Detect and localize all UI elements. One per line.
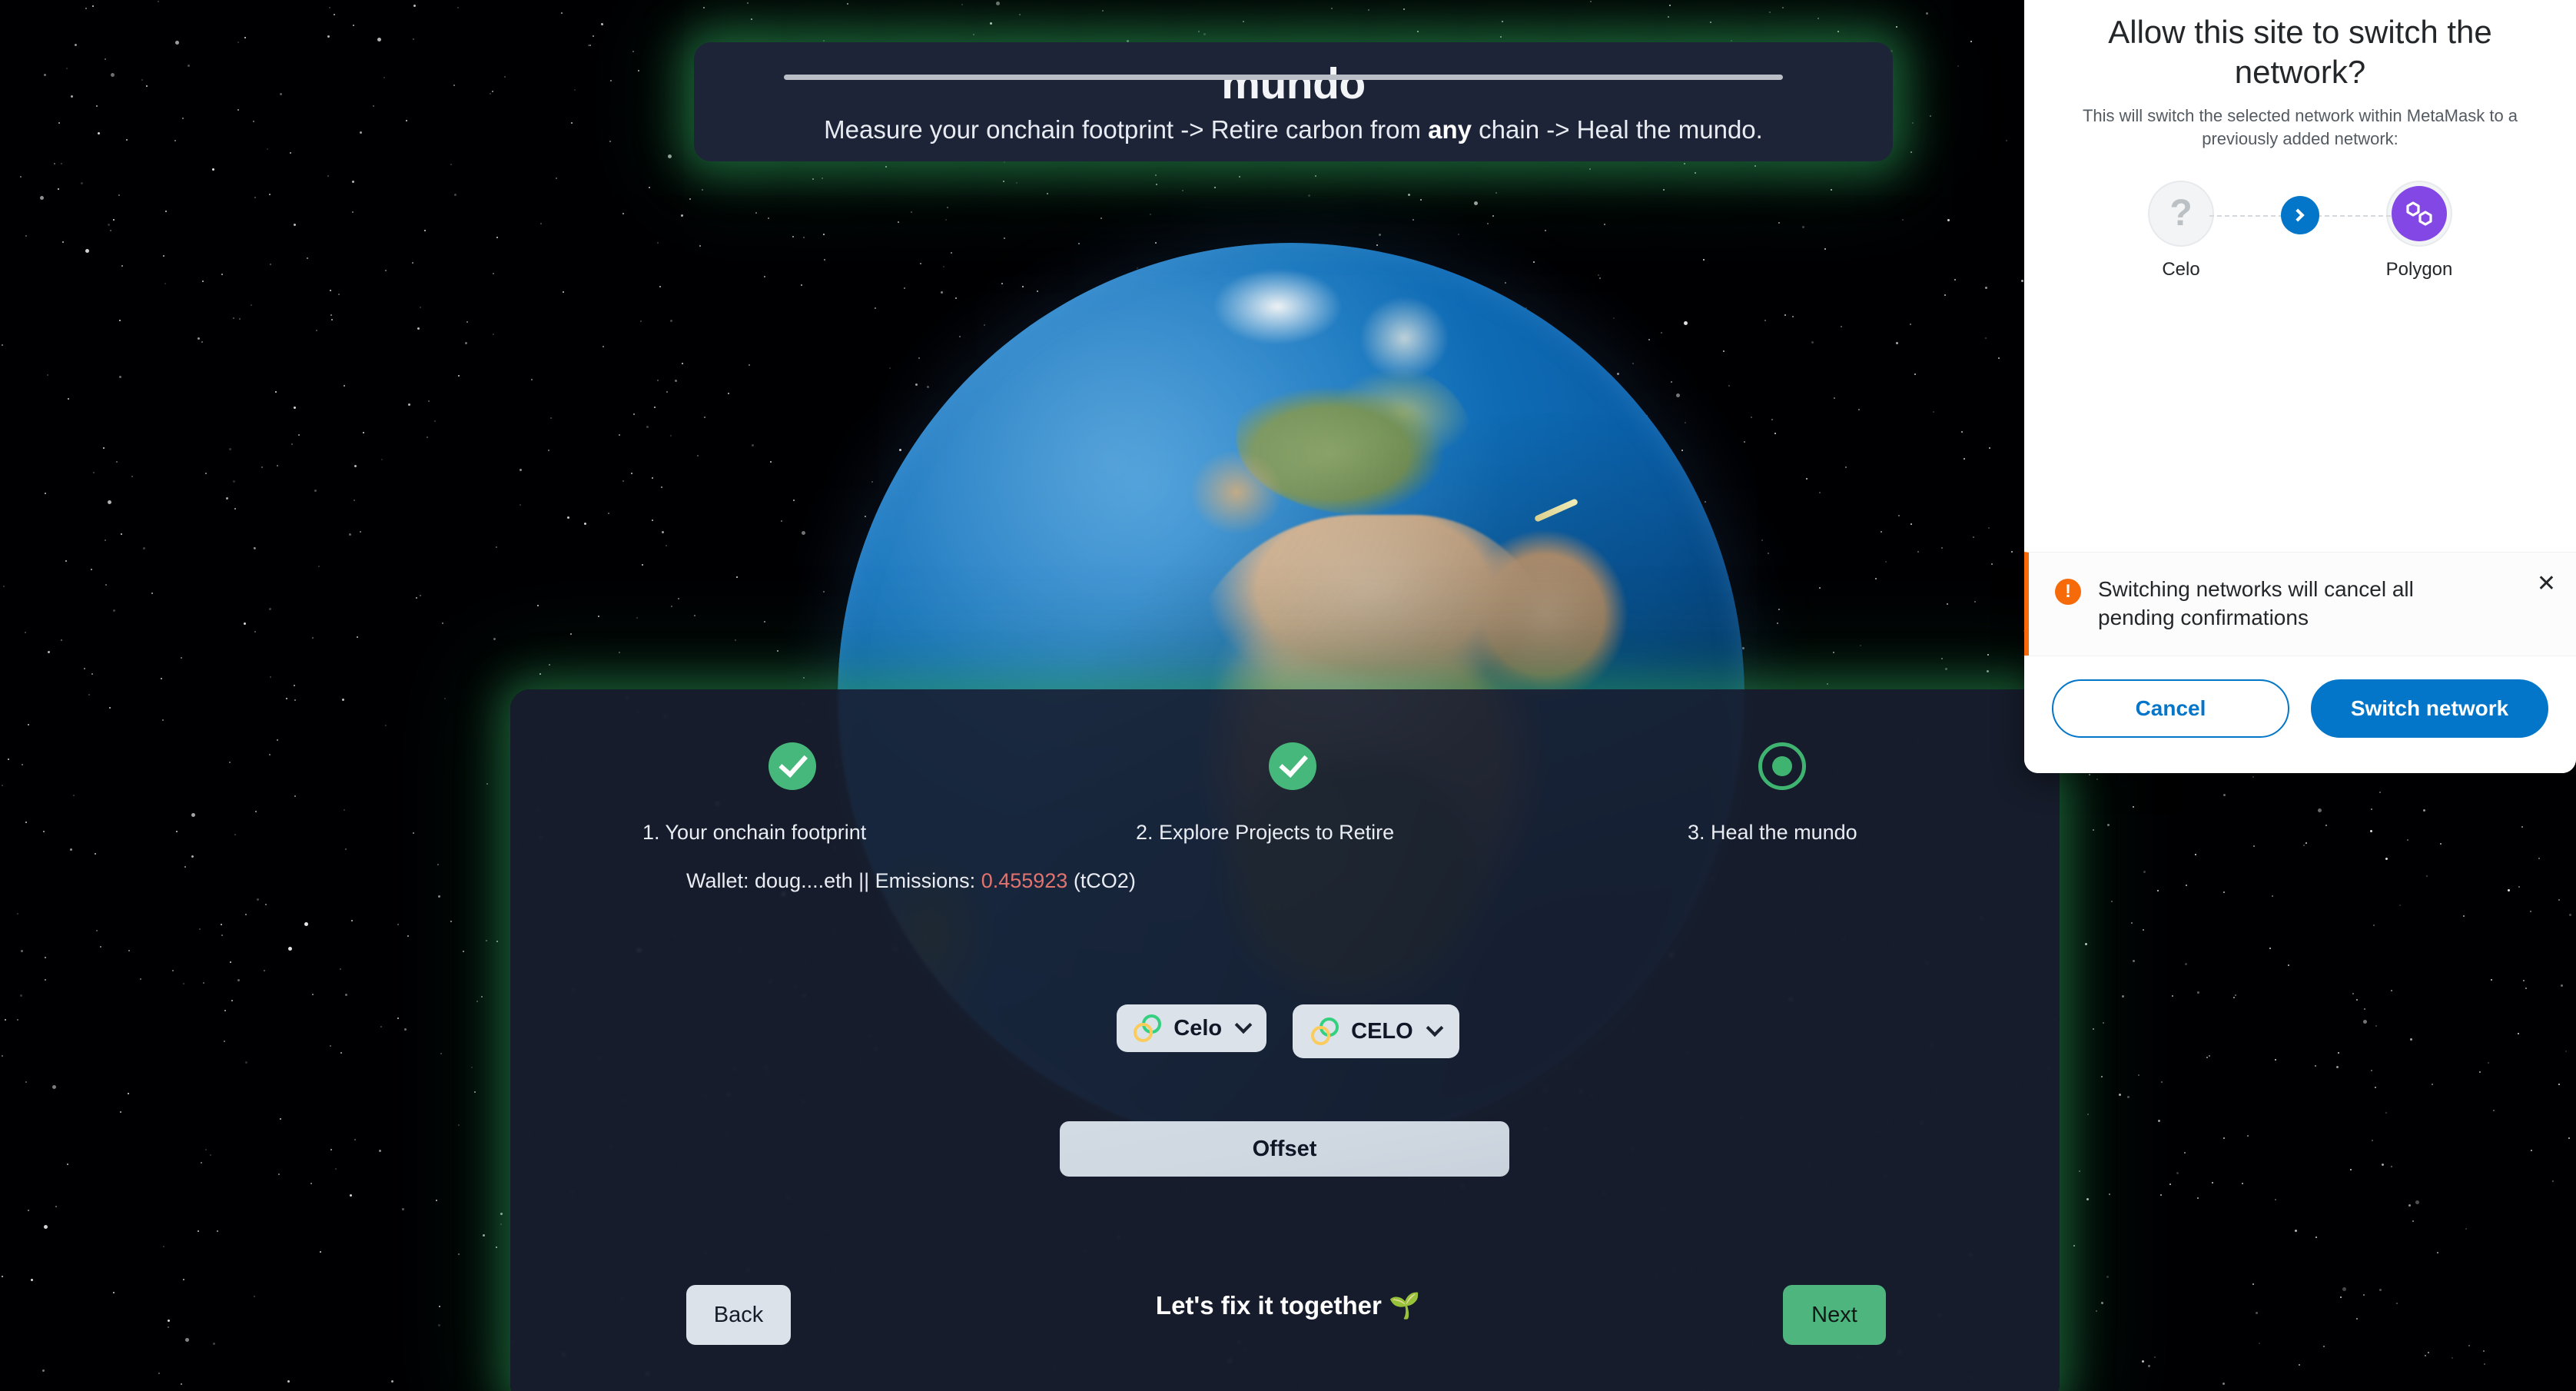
token-select-dropdown[interactable]: CELO	[1293, 1004, 1459, 1058]
tagline-part-2: chain -> Heal the mundo.	[1472, 115, 1763, 144]
token-select-label: CELO	[1351, 1018, 1413, 1044]
stepper-label-step-1: 1. Your onchain footprint	[642, 821, 867, 844]
chevron-right-icon	[2281, 196, 2319, 235]
network-transition-row: ? Celo Polygon	[2024, 181, 2576, 281]
active-dot-icon	[1772, 756, 1792, 776]
wallet-emissions-summary: Wallet: doug....eth || Emissions: 0.4559…	[686, 869, 1136, 893]
close-icon[interactable]: ✕	[2537, 573, 2556, 596]
tagline-emphasis: any	[1428, 115, 1472, 144]
app-root: mundo Measure your onchain footprint -> …	[0, 0, 2576, 1391]
stepper-node-step-3[interactable]	[1758, 742, 1806, 790]
emissions-value: 0.455923	[981, 869, 1068, 892]
metamask-action-row: Cancel Switch network	[2024, 656, 2576, 773]
switch-network-button[interactable]: Switch network	[2311, 679, 2548, 738]
to-network: Polygon	[2346, 181, 2492, 281]
polygon-icon	[2386, 181, 2452, 247]
metamask-title: Allow this site to switch the network?	[2108, 14, 2492, 91]
warning-text: Switching networks will cancel all pendi…	[2098, 577, 2414, 630]
from-network-label: Celo	[2162, 259, 2200, 281]
offset-button[interactable]: Offset	[1060, 1121, 1509, 1177]
cancel-button[interactable]: Cancel	[2052, 679, 2289, 738]
stepper-node-step-2[interactable]	[1269, 742, 1316, 790]
stepper-label-step-3: 3. Heal the mundo	[1688, 821, 1857, 844]
next-button[interactable]: Next	[1783, 1285, 1886, 1345]
warning-banner: ! Switching networks will cancel all pen…	[2024, 552, 2576, 656]
metamask-popup: Allow this site to switch the network? T…	[2024, 0, 2576, 773]
tagline-part-1: Measure your onchain footprint -> Retire…	[824, 115, 1429, 144]
celo-logo-icon	[1311, 1018, 1339, 1045]
to-network-label: Polygon	[2385, 259, 2453, 281]
app-header-card: mundo Measure your onchain footprint -> …	[694, 42, 1893, 161]
check-icon	[1279, 748, 1308, 778]
question-mark-icon: ?	[2148, 181, 2214, 247]
app-tagline: Measure your onchain footprint -> Retire…	[824, 117, 1763, 142]
alert-circle-icon: !	[2055, 579, 2081, 606]
celo-logo-icon	[1134, 1014, 1162, 1042]
page-title: mundo	[1221, 58, 1366, 108]
stepper-label-step-2: 2. Explore Projects to Retire	[1136, 821, 1395, 844]
chevron-down-icon	[1426, 1019, 1444, 1037]
from-network: ? Celo	[2108, 181, 2254, 281]
wallet-prefix: Wallet: doug....eth || Emissions:	[686, 869, 981, 892]
encouragement-text: Let's fix it together 🌱	[1155, 1291, 1421, 1320]
chevron-down-icon	[1234, 1016, 1253, 1034]
emissions-unit: (tCO2)	[1067, 869, 1136, 892]
metamask-subtitle: This will switch the selected network wi…	[2082, 106, 2518, 148]
check-icon	[778, 748, 808, 778]
network-arrow	[2209, 196, 2391, 235]
stepper-track	[784, 75, 1783, 80]
selector-row: Celo CELO	[0, 1004, 2576, 1058]
panel-spacer	[2024, 281, 2576, 552]
chain-select-label: Celo	[1173, 1015, 1223, 1041]
stepper-node-step-1[interactable]	[768, 742, 816, 790]
chain-select-dropdown[interactable]: Celo	[1117, 1004, 1267, 1052]
